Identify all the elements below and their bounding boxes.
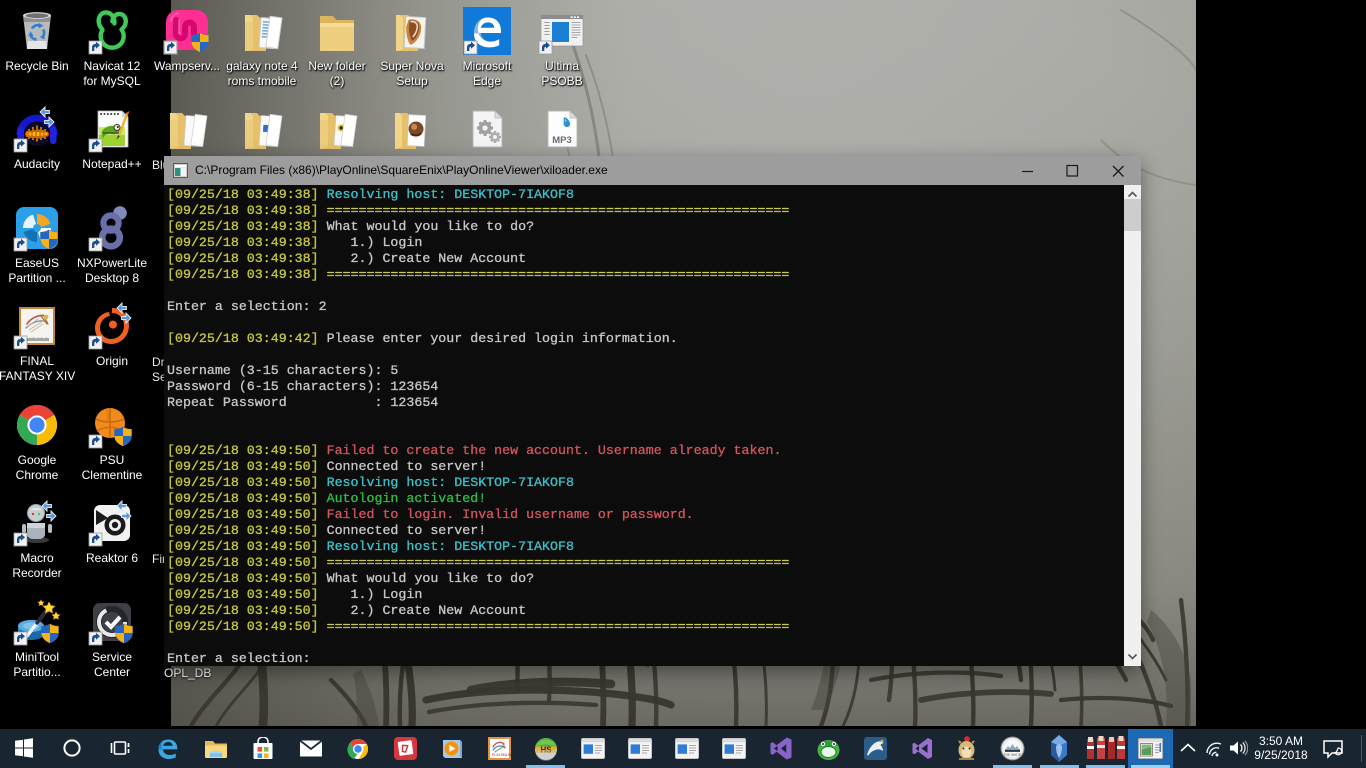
svg-text:THE WHITE: THE WHITE: [1004, 753, 1022, 757]
svg-text:PLAYONLINE: PLAYONLINE: [492, 753, 511, 757]
svg-text:MP3: MP3: [552, 135, 572, 146]
